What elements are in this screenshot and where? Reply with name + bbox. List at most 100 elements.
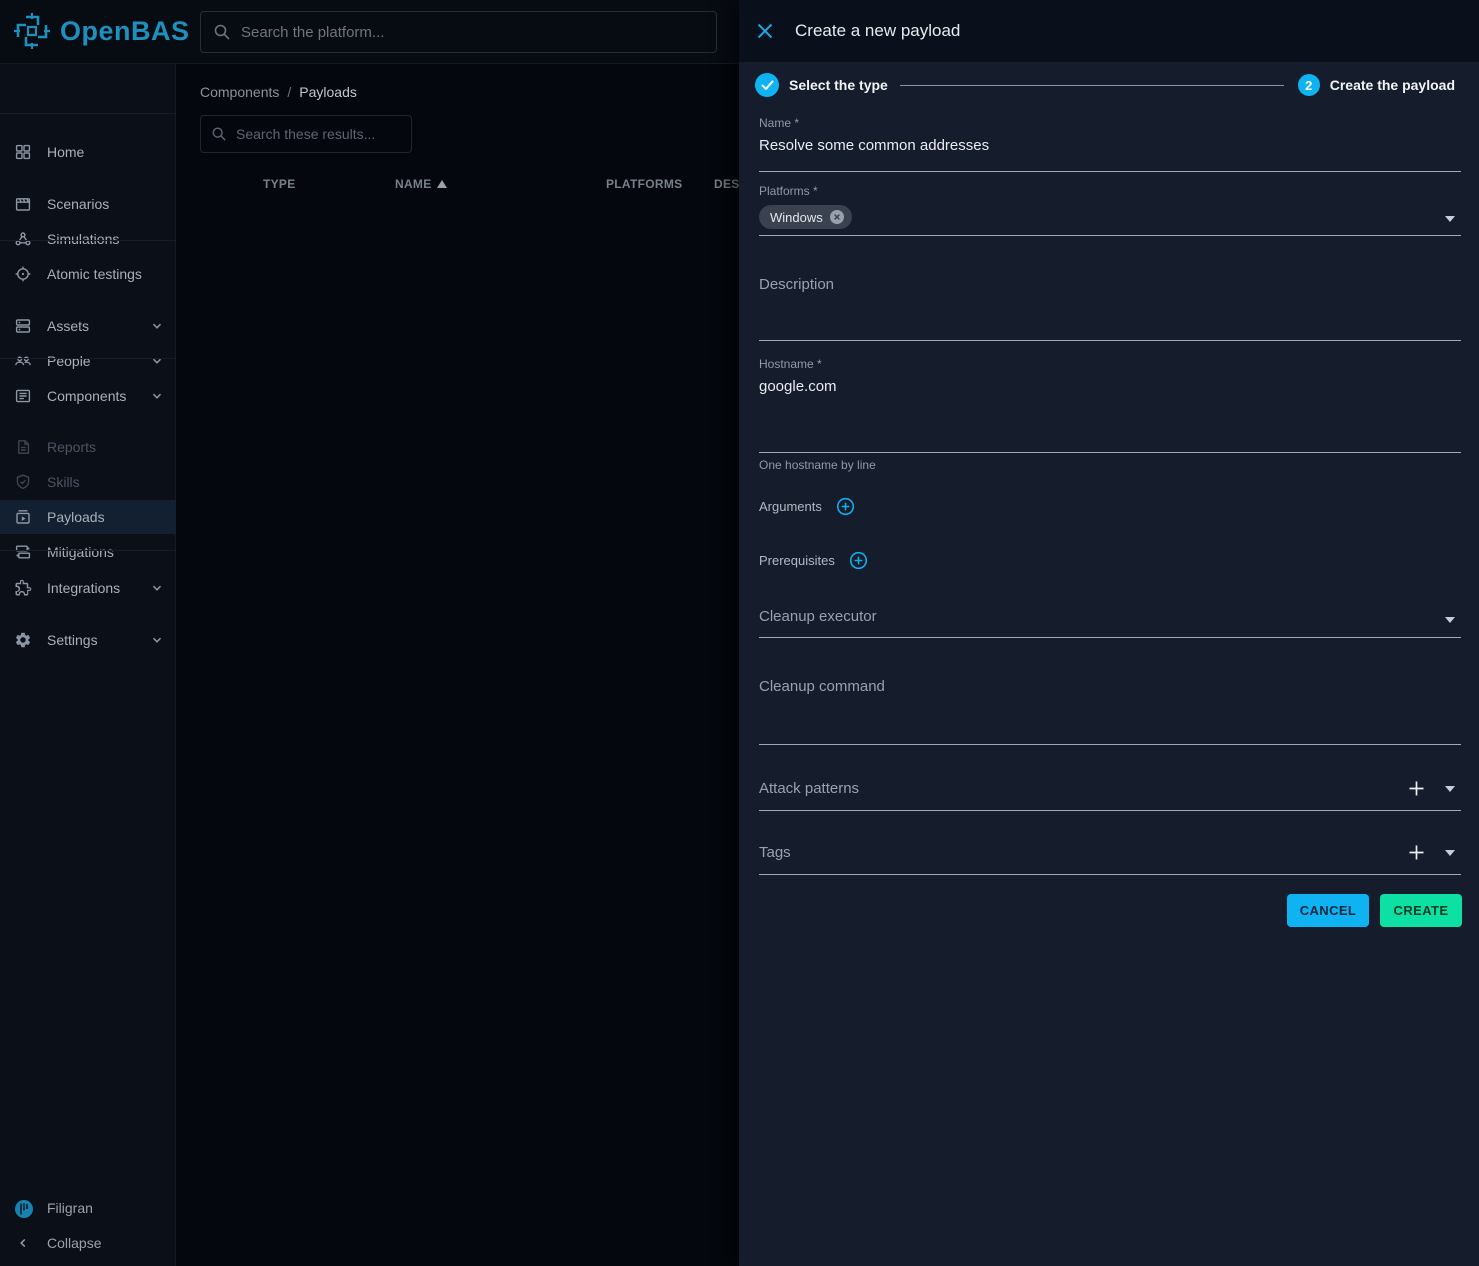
arguments-row: Arguments: [759, 497, 855, 516]
cleanup-command-field[interactable]: Cleanup command: [759, 672, 1461, 745]
platform-search[interactable]: [200, 11, 717, 53]
platform-chip-windows[interactable]: Windows: [759, 205, 852, 229]
search-icon: [211, 126, 227, 142]
sidebar-item-people[interactable]: People: [0, 344, 176, 378]
sort-asc-icon: [437, 180, 447, 188]
attack-patterns-field[interactable]: Attack patterns: [759, 776, 1461, 811]
tags-label: Tags: [759, 844, 1461, 861]
column-header-name[interactable]: NAME: [395, 177, 447, 191]
breadcrumb-components[interactable]: Components: [200, 84, 279, 100]
column-header-type[interactable]: TYPE: [263, 177, 296, 191]
drawer-title: Create a new payload: [795, 21, 960, 41]
add-attack-pattern-icon[interactable]: [1408, 780, 1425, 797]
create-payload-drawer: Create a new payload Select the type 2 C…: [739, 0, 1479, 1266]
collapse-sidebar-button[interactable]: Collapse: [0, 1226, 176, 1260]
step-1-completed-icon: [755, 73, 779, 97]
simulations-icon: [14, 230, 32, 248]
home-icon: [14, 143, 32, 161]
sidebar-item-payloads[interactable]: Payloads: [0, 500, 176, 534]
add-prerequisite-icon[interactable]: [849, 551, 868, 570]
collapse-icon: [14, 1234, 32, 1252]
filigran-logo-icon: [14, 1199, 32, 1217]
sidebar-divider: [0, 240, 176, 241]
sidebar-item-components[interactable]: Components: [0, 379, 176, 413]
filigran-link[interactable]: Filigran: [0, 1191, 176, 1225]
breadcrumb: Components / Payloads: [200, 84, 357, 100]
drawer-header: Create a new payload: [739, 0, 1479, 62]
arguments-label: Arguments: [759, 499, 822, 514]
add-argument-icon[interactable]: [836, 497, 855, 516]
hostname-input-value[interactable]: google.com: [759, 378, 1461, 395]
tags-field[interactable]: Tags: [759, 840, 1461, 875]
name-input-value[interactable]: Resolve some common addresses: [759, 137, 1461, 154]
people-icon: [14, 352, 32, 370]
dropdown-caret-icon[interactable]: [1445, 786, 1455, 792]
skills-icon: [14, 473, 32, 491]
description-label: Description: [759, 276, 1461, 293]
sidebar-item-integrations[interactable]: Integrations: [0, 571, 176, 605]
name-field[interactable]: Name * Resolve some common addresses: [759, 116, 1461, 172]
stepper-connector: [900, 85, 1284, 86]
sidebar-divider: [0, 550, 176, 551]
sidebar-item-atomic-testings[interactable]: Atomic testings: [0, 257, 176, 291]
breadcrumb-separator: /: [287, 84, 291, 100]
hostname-field[interactable]: Hostname * google.com: [759, 357, 1461, 453]
sidebar-item-skills[interactable]: Skills: [0, 465, 176, 499]
sidebar-item-simulations[interactable]: Simulations: [0, 222, 176, 256]
platforms-field[interactable]: Platforms * Windows: [759, 184, 1461, 236]
sidebar-divider: [0, 113, 176, 114]
sidebar-divider: [0, 358, 176, 359]
hostname-label: Hostname *: [759, 357, 1461, 371]
step-1-label: Select the type: [789, 77, 888, 93]
dropdown-caret-icon[interactable]: [1445, 617, 1455, 623]
cleanup-executor-select[interactable]: Cleanup executor: [759, 608, 1461, 638]
assets-icon: [14, 317, 32, 335]
cleanup-command-label: Cleanup command: [759, 678, 1461, 695]
hostname-helper-text: One hostname by line: [759, 458, 876, 472]
prerequisites-label: Prerequisites: [759, 553, 835, 568]
openbas-logo[interactable]: OpenBAS: [12, 11, 190, 51]
name-label: Name *: [759, 116, 1461, 130]
payload-stepper: Select the type 2 Create the payload: [739, 62, 1479, 108]
sidebar-item-home[interactable]: Home: [0, 132, 176, 172]
openbas-logo-icon: [12, 11, 52, 51]
sidebar-item-reports[interactable]: Reports: [0, 430, 176, 464]
components-icon: [14, 387, 32, 405]
column-header-platforms[interactable]: PLATFORMS: [606, 177, 682, 191]
chevron-down-icon: [150, 633, 164, 647]
prerequisites-row: Prerequisites: [759, 551, 868, 570]
results-search-input[interactable]: [236, 126, 401, 142]
chevron-down-icon: [150, 354, 164, 368]
breadcrumb-payloads: Payloads: [299, 84, 357, 100]
search-icon: [213, 23, 231, 41]
settings-icon: [14, 631, 32, 649]
attack-patterns-label: Attack patterns: [759, 780, 1461, 797]
description-field[interactable]: Description: [759, 270, 1461, 341]
sidebar-item-settings[interactable]: Settings: [0, 623, 176, 657]
dropdown-caret-icon[interactable]: [1445, 216, 1455, 222]
add-tag-icon[interactable]: [1408, 844, 1425, 861]
close-icon[interactable]: [755, 21, 775, 41]
brand-name: OpenBAS: [60, 16, 190, 47]
step-2-label: Create the payload: [1330, 77, 1455, 93]
mitigations-icon: [14, 543, 32, 561]
sidebar: Home Scenarios Simulations Atomic tes: [0, 64, 176, 1266]
step-2-circle: 2: [1298, 74, 1320, 96]
sidebar-item-assets[interactable]: Assets: [0, 309, 176, 343]
sidebar-item-scenarios[interactable]: Scenarios: [0, 187, 176, 221]
chip-delete-icon[interactable]: [829, 209, 845, 225]
payloads-icon: [14, 508, 32, 526]
atomic-testings-icon: [14, 265, 32, 283]
create-button[interactable]: CREATE: [1380, 894, 1462, 927]
sidebar-item-mitigations[interactable]: Mitigations: [0, 535, 176, 569]
results-search[interactable]: [200, 115, 412, 153]
scenarios-icon: [14, 195, 32, 213]
platforms-label: Platforms *: [759, 184, 1461, 198]
integrations-icon: [14, 579, 32, 597]
chevron-down-icon: [150, 389, 164, 403]
cancel-button[interactable]: CANCEL: [1287, 894, 1369, 927]
chevron-down-icon: [150, 581, 164, 595]
platform-search-input[interactable]: [241, 24, 704, 41]
dropdown-caret-icon[interactable]: [1445, 850, 1455, 856]
reports-icon: [14, 438, 32, 456]
